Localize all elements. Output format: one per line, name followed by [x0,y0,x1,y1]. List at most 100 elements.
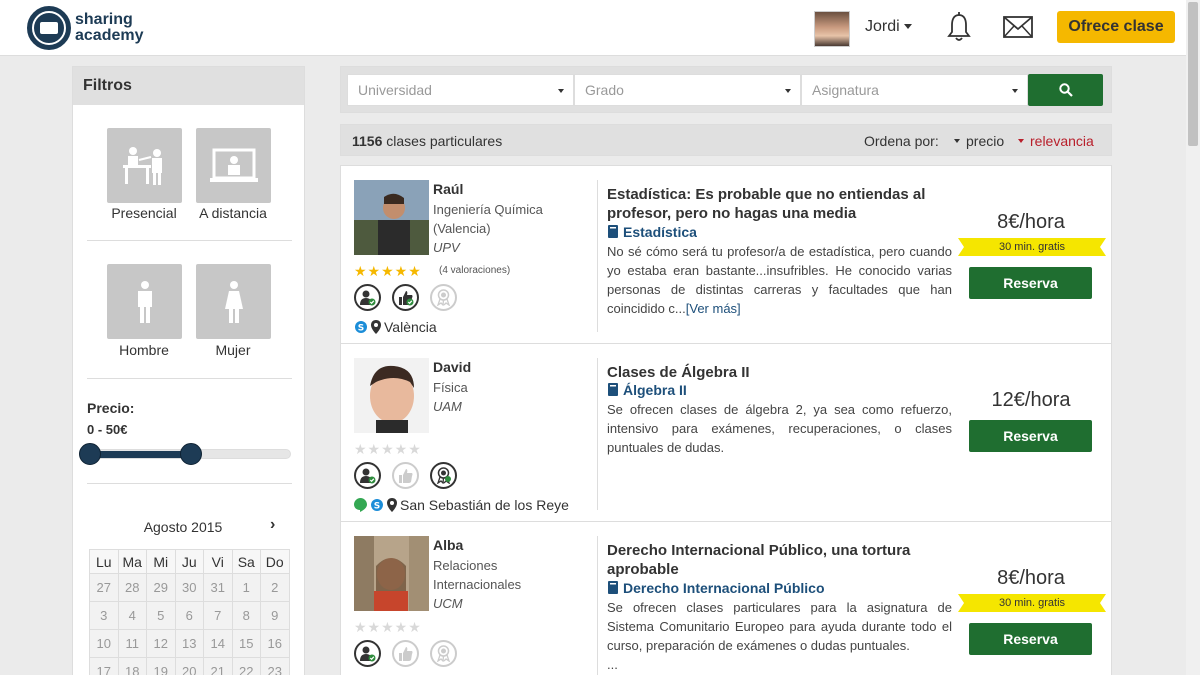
tutor-university: UPV [433,240,460,255]
class-card: David Física UAM ★★★★★ S San Sebastián d… [341,344,1111,522]
calendar-day[interactable]: 30 [174,573,204,602]
sort-by-price[interactable]: precio [954,133,1004,149]
badges [354,462,457,489]
price: 8€/hora [997,211,1065,233]
calendar-day[interactable]: 14 [203,629,233,658]
offer-class-button[interactable]: Ofrece clase [1057,11,1175,43]
tutor-info: Física UAM [433,378,563,416]
calendar-month: Agosto 2015 [143,519,223,535]
subject-name: Álgebra II [623,382,687,398]
calendar-day[interactable]: 31 [203,573,233,602]
calendar-day[interactable]: 1 [231,573,261,602]
calendar-day[interactable]: 2 [260,573,290,602]
calendar-day[interactable]: 3 [89,601,119,630]
class-title[interactable]: Estadística: Es probable que no entienda… [607,185,952,223]
calendar-day[interactable]: 6 [174,601,204,630]
reserve-button[interactable]: Reserva [969,623,1092,655]
card-divider [597,358,598,510]
classroom-icon [122,146,162,185]
tutor-name[interactable]: Alba [433,537,463,553]
user-avatar[interactable] [814,11,850,47]
calendar-day[interactable]: 5 [146,601,176,630]
filter-hombre[interactable] [107,264,182,339]
thumbs-up-badge-icon [392,462,419,489]
calendar-day[interactable]: 28 [117,573,147,602]
calendar-day[interactable]: 12 [146,629,176,658]
calendar-day[interactable]: 10 [89,629,119,658]
filter-a-distancia[interactable] [196,128,271,203]
bell-icon[interactable] [946,12,972,47]
calendar-day[interactable]: 20 [174,657,204,675]
verified-user-badge-icon [354,640,381,667]
sort-by-relevance[interactable]: relevancia [1018,133,1094,149]
price: 12€/hora [991,389,1071,411]
weekday-header: Sa [231,549,261,574]
page-scrollbar[interactable] [1186,0,1200,675]
class-card: Alba Relaciones Internacionales UCM ★★★★… [341,522,1111,675]
description-ellipsis: ... [607,657,618,672]
filter-hombre-label: Hombre [119,342,169,358]
filter-presencial[interactable] [107,128,182,203]
subject-select[interactable]: Asignatura [801,74,1028,106]
calendar-day[interactable]: 23 [260,657,290,675]
calendar-day[interactable]: 19 [146,657,176,675]
tutor-photo[interactable] [354,358,429,433]
skype-icon: S [355,321,367,334]
reserve-button[interactable]: Reserva [969,267,1092,299]
subject-link[interactable]: Derecho Internacional Público [607,580,825,596]
promo-text: 30 min. gratis [974,238,1090,256]
tutor-study: Física [433,380,468,395]
tutor-name[interactable]: David [433,359,471,375]
subject-link[interactable]: Álgebra II [607,382,687,398]
calendar-day[interactable]: 16 [260,629,290,658]
review-count[interactable]: (4 valoraciones) [439,265,510,276]
subject-name: Estadística [623,224,697,240]
price-slider-min-handle[interactable] [79,443,101,465]
degree-select[interactable]: Grado [574,74,801,106]
weekday-header: Lu [89,549,119,574]
class-title[interactable]: Derecho Internacional Público, una tortu… [607,541,952,579]
university-select[interactable]: Universidad [347,74,574,106]
calendar-day[interactable]: 9 [260,601,290,630]
chevron-right-icon[interactable]: › [270,516,275,534]
search-icon [1058,83,1073,97]
calendar-day[interactable]: 15 [231,629,261,658]
filter-presencial-label: Presencial [111,205,177,221]
calendar-day[interactable]: 13 [174,629,204,658]
tutor-photo[interactable] [354,180,429,255]
mail-icon[interactable] [1003,15,1033,44]
hangouts-icon [354,498,367,512]
price-slider-max-handle[interactable] [180,443,202,465]
weekday-header: Do [260,549,290,574]
calendar-day[interactable]: 27 [89,573,119,602]
tutor-photo[interactable] [354,536,429,611]
scrollbar-thumb[interactable] [1188,2,1198,146]
calendar-day[interactable]: 18 [117,657,147,675]
book-icon [608,581,618,594]
location-text: València [384,319,437,335]
user-menu[interactable]: Jordi [865,18,912,36]
calendar-day[interactable]: 11 [117,629,147,658]
reserve-button[interactable]: Reserva [969,420,1092,452]
calendar-grid: Lu Ma Mi Ju Vi Sa Do 27 28 29 30 31 1 2 … [89,549,290,675]
map-pin-icon [371,320,381,334]
sort-label: Ordena por: [864,133,939,149]
subject-link[interactable]: Estadística [607,224,697,240]
calendar-day[interactable]: 22 [231,657,261,675]
calendar-day[interactable]: 17 [89,657,119,675]
logo[interactable]: sharing academy [27,6,144,50]
calendar-day[interactable]: 7 [203,601,233,630]
price-label: Precio: [87,400,135,416]
search-bar: Universidad Grado Asignatura [340,66,1112,113]
filter-mujer[interactable] [196,264,271,339]
calendar-day[interactable]: 8 [231,601,261,630]
results-count: 1156 clases particulares [352,133,503,149]
calendar-day[interactable]: 21 [203,657,233,675]
calendar-day[interactable]: 4 [117,601,147,630]
filters-title: Filtros [73,67,304,105]
search-button[interactable] [1028,74,1103,106]
calendar-day[interactable]: 29 [146,573,176,602]
read-more-link[interactable]: [Ver más] [686,301,741,316]
class-title[interactable]: Clases de Álgebra II [607,363,952,382]
tutor-name[interactable]: Raúl [433,181,463,197]
